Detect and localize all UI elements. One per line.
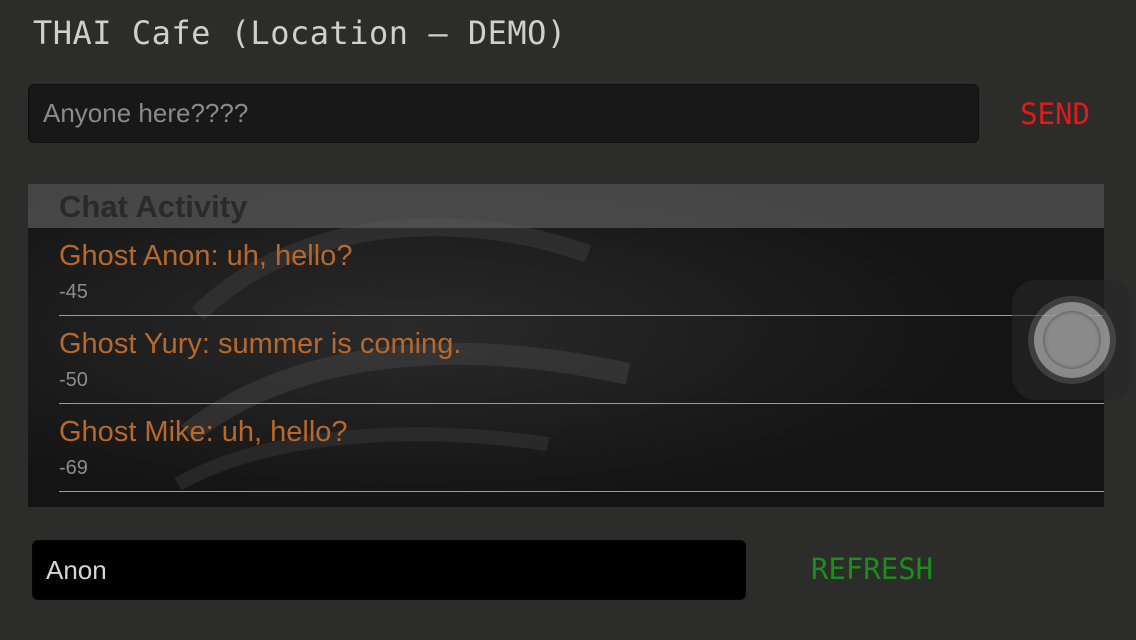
chat-message-row[interactable]: Ghost Yury: summer is coming. -50 [59,316,1104,404]
chat-message-signal: -50 [59,369,88,391]
chat-message-signal: -69 [59,457,88,479]
send-button[interactable]: SEND [1000,92,1110,136]
page-title: THAI Cafe (Location – DEMO) [33,14,567,52]
chat-message-text: Ghost Yury: summer is coming. [59,328,462,360]
chat-message-list[interactable]: Ghost Anon: uh, hello? -45 Ghost Yury: s… [28,228,1104,492]
chat-activity-title: Chat Activity [59,189,248,224]
refresh-button[interactable]: REFRESH [800,546,944,592]
username-input[interactable] [32,540,746,600]
chat-message-text: Ghost Mike: uh, hello? [59,416,348,448]
assistive-touch-core [1043,311,1101,369]
app-screen: THAI Cafe (Location – DEMO) SEND Chat Ac… [0,0,1136,640]
chat-message-signal: -45 [59,281,88,303]
chat-message-text: Ghost Anon: uh, hello? [59,240,353,272]
message-input[interactable] [28,84,979,143]
chat-activity-header: Chat Activity [28,184,1104,228]
chat-activity-panel[interactable]: Chat Activity Ghost Anon: uh, hello? -45… [28,184,1104,507]
chat-message-row[interactable]: Ghost Mike: uh, hello? -69 [59,404,1104,492]
chat-message-row[interactable]: Ghost Anon: uh, hello? -45 [59,228,1104,316]
assistive-touch-button[interactable] [1012,280,1132,400]
